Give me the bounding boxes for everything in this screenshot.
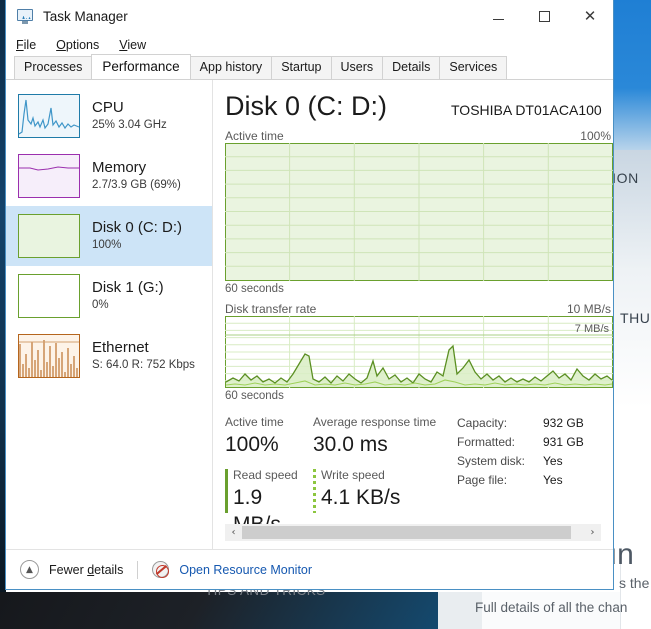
sidebar-item-cpu[interactable]: CPU 25% 3.04 GHz bbox=[6, 86, 212, 146]
sidebar-item-cpu-sub: 25% 3.04 GHz bbox=[92, 119, 167, 131]
system-disk-value: Yes bbox=[543, 454, 563, 468]
performance-sidebar: CPU 25% 3.04 GHz Memory 2.7/3.9 GB (69%) bbox=[6, 80, 213, 549]
disk-stats-primary-row: Active time 100% Average response time 3… bbox=[225, 414, 457, 458]
sidebar-item-ethernet-title: Ethernet bbox=[92, 339, 149, 356]
tab-users[interactable]: Users bbox=[330, 56, 384, 79]
detail-header: Disk 0 (C: D:) TOSHIBA DT01ACA100 bbox=[225, 90, 613, 122]
disk-info-row-capacity: Capacity: 932 GB bbox=[457, 414, 584, 433]
write-speed-label: Write speed bbox=[321, 468, 385, 482]
disk-stats-left: Active time 100% Average response time 3… bbox=[225, 414, 457, 538]
capacity-label: Capacity: bbox=[457, 416, 508, 430]
active-time-graph bbox=[225, 143, 613, 281]
disk-detail-panel: Disk 0 (C: D:) TOSHIBA DT01ACA100 Active… bbox=[213, 80, 613, 549]
sidebar-item-disk-1[interactable]: Disk 1 (G:) 0% bbox=[6, 266, 212, 326]
active-time-graph-max: 100% bbox=[580, 129, 611, 143]
disk-stats: Active time 100% Average response time 3… bbox=[225, 414, 613, 538]
transfer-rate-graph-label: Disk transfer rate bbox=[225, 302, 317, 316]
disk-info-row-page-file: Page file: Yes bbox=[457, 471, 584, 490]
fewer-details-button[interactable]: Fewer details bbox=[49, 563, 123, 577]
sidebar-item-memory-title: Memory bbox=[92, 159, 147, 176]
tab-startup[interactable]: Startup bbox=[271, 56, 332, 79]
capacity-value: 932 GB bbox=[543, 416, 584, 430]
chevron-up-icon[interactable]: ▲ bbox=[20, 560, 39, 579]
menu-item-file[interactable]: File bbox=[16, 38, 36, 52]
formatted-label: Formatted: bbox=[457, 435, 516, 449]
active-time-graph-footer: 60 seconds bbox=[225, 283, 613, 295]
disk1-thumbnail-graph bbox=[18, 274, 80, 318]
transfer-rate-marker-label: 7 MB/s bbox=[575, 323, 610, 335]
active-time-stat: Active time 100% bbox=[225, 414, 313, 458]
window-title: Task Manager bbox=[43, 9, 128, 24]
active-time-stat-label: Active time bbox=[225, 415, 284, 429]
disk-info-row-system-disk: System disk: Yes bbox=[457, 452, 584, 471]
horizontal-scrollbar[interactable]: ‹ › bbox=[225, 524, 601, 541]
title-bar[interactable]: Task Manager ✕ bbox=[6, 0, 613, 33]
page-file-value: Yes bbox=[543, 473, 563, 487]
close-button[interactable]: ✕ bbox=[567, 0, 613, 33]
sidebar-item-memory-sub: 2.7/3.9 GB (69%) bbox=[92, 179, 181, 191]
task-manager-icon bbox=[16, 8, 34, 25]
disk0-thumbnail-graph bbox=[18, 214, 80, 258]
response-time-stat-value: 30.0 ms bbox=[313, 433, 388, 456]
active-time-graph-labels: Active time 100% bbox=[225, 129, 613, 143]
write-speed-value: 4.1 KB/s bbox=[321, 486, 401, 509]
menu-item-options[interactable]: Options bbox=[56, 38, 99, 52]
active-time-graph-label: Active time bbox=[225, 129, 284, 143]
tab-performance[interactable]: Performance bbox=[91, 54, 191, 79]
transfer-rate-graph-time-label: 60 seconds bbox=[225, 390, 284, 402]
sidebar-item-disk-1-title: Disk 1 (G:) bbox=[92, 279, 164, 296]
transfer-rate-graph-labels: Disk transfer rate 10 MB/s bbox=[225, 302, 613, 316]
tab-services[interactable]: Services bbox=[439, 56, 508, 79]
disk-info-row-formatted: Formatted: 931 GB bbox=[457, 433, 584, 452]
open-resource-monitor-link[interactable]: Open Resource Monitor bbox=[179, 563, 312, 577]
response-time-stat: Average response time 30.0 ms bbox=[313, 414, 457, 458]
background-text-fragment-sthe: s the bbox=[619, 575, 650, 591]
transfer-rate-graph: 7 MB/s bbox=[225, 316, 613, 388]
read-speed-legend-bar bbox=[225, 469, 228, 513]
status-bar-separator bbox=[137, 560, 139, 579]
transfer-rate-graph-footer: 60 seconds bbox=[225, 390, 613, 402]
sidebar-item-cpu-title: CPU bbox=[92, 99, 124, 116]
scroll-left-arrow-icon[interactable]: ‹ bbox=[225, 524, 242, 541]
formatted-value: 931 GB bbox=[543, 435, 584, 449]
status-bar: ▲ Fewer details Open Resource Monitor bbox=[6, 549, 613, 589]
page-title: Disk 0 (C: D:) bbox=[225, 91, 387, 121]
window-controls: ✕ bbox=[475, 0, 613, 33]
sidebar-item-disk-0[interactable]: Disk 0 (C: D:) 100% bbox=[6, 206, 212, 266]
read-speed-label: Read speed bbox=[233, 468, 298, 482]
task-manager-window: Task Manager ✕ File Options View Process… bbox=[5, 0, 614, 590]
ethernet-thumbnail-graph bbox=[18, 334, 80, 378]
sidebar-item-disk-0-sub: 100% bbox=[92, 239, 122, 251]
cpu-thumbnail-graph bbox=[18, 94, 80, 138]
resource-monitor-icon[interactable] bbox=[152, 561, 170, 578]
scroll-right-arrow-icon[interactable]: › bbox=[584, 524, 601, 541]
write-speed-legend-bar bbox=[313, 469, 316, 513]
tab-strip: Processes Performance App history Startu… bbox=[6, 54, 613, 80]
menu-item-view[interactable]: View bbox=[119, 38, 146, 52]
page-file-label: Page file: bbox=[457, 473, 508, 487]
disk-model-label: TOSHIBA DT01ACA100 bbox=[451, 102, 602, 118]
window-body: CPU 25% 3.04 GHz Memory 2.7/3.9 GB (69%) bbox=[6, 80, 613, 549]
active-time-stat-value: 100% bbox=[225, 433, 279, 456]
sidebar-item-ethernet-sub: S: 64.0 R: 752 Kbps bbox=[92, 359, 195, 371]
maximize-button[interactable] bbox=[521, 0, 567, 33]
response-time-stat-label: Average response time bbox=[313, 415, 437, 429]
scrollbar-thumb[interactable] bbox=[242, 526, 571, 539]
minimize-button[interactable] bbox=[475, 0, 521, 33]
sidebar-item-memory[interactable]: Memory 2.7/3.9 GB (69%) bbox=[6, 146, 212, 206]
tab-app-history[interactable]: App history bbox=[189, 56, 273, 79]
system-disk-label: System disk: bbox=[457, 454, 526, 468]
memory-thumbnail-graph bbox=[18, 154, 80, 198]
sidebar-item-disk-1-sub: 0% bbox=[92, 299, 109, 311]
active-time-graph-time-label: 60 seconds bbox=[225, 283, 284, 295]
transfer-rate-graph-max: 10 MB/s bbox=[566, 302, 611, 316]
tab-processes[interactable]: Processes bbox=[14, 56, 93, 79]
background-text-fragment-full-details: Full details of all the chan bbox=[475, 600, 628, 615]
scrollbar-track[interactable] bbox=[242, 524, 584, 541]
sidebar-item-disk-0-title: Disk 0 (C: D:) bbox=[92, 219, 182, 236]
sidebar-item-ethernet[interactable]: Ethernet S: 64.0 R: 752 Kbps bbox=[6, 326, 212, 386]
tab-details[interactable]: Details bbox=[382, 56, 441, 79]
disk-info-list: Capacity: 932 GB Formatted: 931 GB Syste… bbox=[457, 414, 584, 538]
